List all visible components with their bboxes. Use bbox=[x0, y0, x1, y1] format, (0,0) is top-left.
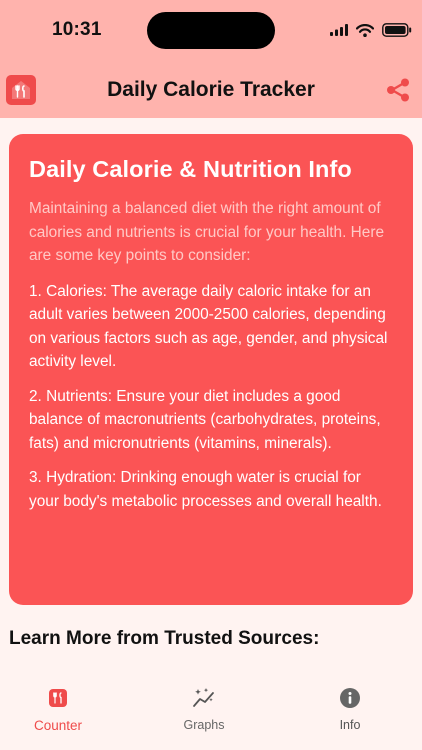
tab-bar: Counter Graphs Info bbox=[0, 682, 422, 750]
chart-sparkle-icon bbox=[193, 688, 214, 707]
card-intro: Maintaining a balanced diet with the rig… bbox=[29, 200, 385, 264]
info-circle-icon bbox=[340, 688, 360, 708]
navigation-bar: Daily Calorie Tracker bbox=[0, 64, 422, 116]
calories-point: 1. Calories: The average daily caloric i… bbox=[29, 282, 388, 371]
battery-icon bbox=[382, 23, 412, 37]
signal-icon bbox=[330, 24, 348, 36]
share-button[interactable] bbox=[384, 76, 412, 104]
fork-knife-house-icon bbox=[49, 689, 67, 707]
dynamic-island bbox=[147, 12, 275, 49]
tab-info-label: Info bbox=[339, 718, 361, 732]
tab-info[interactable]: Info bbox=[290, 686, 410, 732]
tab-graphs[interactable]: Graphs bbox=[144, 686, 264, 732]
share-icon bbox=[387, 78, 409, 102]
tab-counter-label: Counter bbox=[33, 718, 83, 733]
status-time: 10:31 bbox=[52, 19, 102, 40]
nutrients-point: 2. Nutrients: Ensure your diet includes … bbox=[29, 387, 381, 452]
learn-more-heading: Learn More from Trusted Sources: bbox=[9, 628, 320, 649]
nutrition-info-card: Daily Calorie & Nutrition Info Maintaini… bbox=[9, 134, 413, 605]
card-title: Daily Calorie & Nutrition Info bbox=[29, 156, 352, 182]
tab-graphs-label: Graphs bbox=[183, 718, 225, 732]
header-area: 10:31 Daily Calorie Tracker bbox=[0, 0, 422, 118]
hydration-point: 3. Hydration: Drinking enough water is c… bbox=[29, 469, 382, 510]
status-icons bbox=[330, 20, 412, 40]
wifi-icon bbox=[356, 23, 374, 37]
page-title: Daily Calorie Tracker bbox=[107, 78, 315, 101]
tab-counter[interactable]: Counter bbox=[0, 686, 118, 733]
status-bar: 10:31 bbox=[0, 0, 422, 60]
